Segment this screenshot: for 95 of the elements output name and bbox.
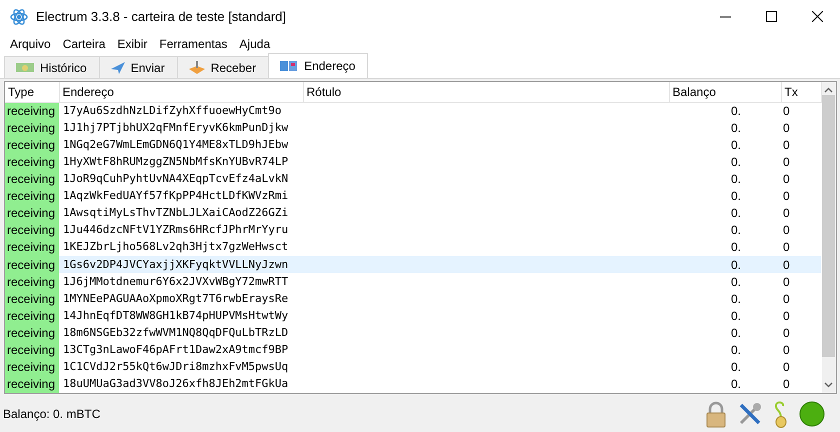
history-icon	[15, 60, 35, 74]
table-cell-text: 0	[782, 308, 791, 324]
table-cell: 0.	[669, 102, 781, 120]
address-cell: 1HyXWtF8hRUMzggZN5NbMfsKnYUBvR74LP	[59, 153, 303, 170]
scroll-up-icon[interactable]	[824, 87, 834, 93]
address-cell: 1KEJZbrLjho568Lv2qh3Hjtx7gzWeHwsct	[59, 238, 303, 256]
table-cell-text: 0.	[730, 120, 742, 136]
table-cell: 0	[781, 273, 821, 290]
address-cell: 1J6jMMotdnemur6Y6x2JVXvWBgY72mwRTT	[59, 273, 303, 290]
table-cell-text: 0.	[730, 222, 742, 239]
type-cell: receiving	[5, 376, 59, 393]
table-cell: 0.	[669, 238, 781, 256]
table-cell-text: 0.	[730, 376, 742, 393]
scroll-down-icon[interactable]	[824, 382, 834, 388]
address-cell: 1Gs6v2DP4JVCYaxjjXKFyqktVVLLNyJzwn	[59, 256, 303, 274]
table-cell-text: 0	[782, 170, 791, 188]
address-cell: 1JoR9qCuhPyhtUvNA4XEqpTcvEfz4aLvkN	[59, 170, 303, 188]
menu-item[interactable]: Exibir	[111, 34, 154, 52]
inbox-icon	[188, 60, 206, 74]
address-cell: 1NGq2eG7WmLEmGDN6Q1Y4ME8xTLD9hJEbw	[59, 136, 303, 154]
table-cell-text: 0	[782, 205, 791, 222]
menu-item[interactable]: Carteira	[56, 34, 112, 52]
tab[interactable]: Endereço	[268, 53, 368, 78]
app-logo-icon	[10, 8, 28, 26]
balance-label: Balanço: 0. mBTC	[3, 406, 100, 423]
type-cell: receiving	[5, 358, 59, 376]
table-cell-text: 0.	[730, 342, 742, 359]
address-cell: 14JhnEqfDT8WW8GH1kB74pHUPVMsHtwtWy	[59, 307, 303, 324]
window-title: Electrum 3.3.8 - carteira de teste [standard]	[36, 8, 286, 26]
table-cell-text: 0.	[730, 170, 742, 188]
type-cell: receiving	[5, 307, 59, 324]
table-cell-text: 0	[782, 359, 791, 376]
table-cell-text: 0	[782, 136, 791, 154]
table-cell-text: 0	[782, 342, 791, 359]
address-cell: 18uUMUaG3ad3VV8oJ26xfh8JEh2mtFGkUa	[59, 376, 303, 393]
table-cell-text: 0	[782, 154, 791, 170]
address-cell: 1MYNEePAGUAAoXpmoXRgt7T6rwbEraysRe	[59, 290, 303, 308]
type-cell: receiving	[5, 222, 59, 239]
network-status-icon[interactable]	[798, 400, 826, 428]
table-cell-text: 0	[782, 222, 791, 239]
type-cell: receiving	[5, 102, 59, 120]
column-header[interactable]: Endereço	[59, 82, 303, 102]
table-cell: 0.	[669, 256, 781, 274]
table-cell-text: 0.	[730, 359, 742, 376]
table-cell-text: 0	[782, 376, 791, 393]
table-cell-text: 0.	[730, 205, 742, 222]
tab[interactable]: Enviar	[98, 56, 178, 78]
table-cell: 0	[781, 256, 821, 274]
address-cell: 1C1CVdJ2r55kQt6wJDri8mzhxFvM5pwsUq	[59, 358, 303, 376]
menu-item[interactable]: Ajuda	[233, 34, 276, 52]
address-cell: 1J1hj7PTjbhUX2qFMnfEryvK6kmPunDjkw	[59, 119, 303, 136]
type-cell: receiving	[5, 342, 59, 359]
column-header[interactable]: Tx	[781, 82, 821, 102]
scrollbar[interactable]	[822, 82, 836, 393]
type-cell: receiving	[5, 170, 59, 188]
type-cell: receiving	[5, 324, 59, 342]
table-cell: 0	[781, 238, 821, 256]
address-cell: 17yAu6SzdhNzLDifZyhXffuoewHyCmt9o	[59, 102, 303, 120]
close-icon	[812, 11, 822, 22]
address-cell: 1Ju446dzcNFtV1YZRms6HRcfJPhrMrYyru	[59, 222, 303, 239]
table-cell: 0.	[669, 273, 781, 290]
tab[interactable]: Receber	[176, 56, 270, 78]
column-header[interactable]: Balanço	[669, 82, 781, 102]
type-cell: receiving	[5, 153, 59, 170]
menu-item[interactable]: Ferramentas	[153, 34, 234, 52]
table-cell-text: 0	[782, 120, 791, 136]
address-cell: 13CTg3nLawoF46pAFrt1Daw2xA9tmcf9BP	[59, 342, 303, 359]
type-cell: receiving	[5, 290, 59, 308]
type-cell: receiving	[5, 238, 59, 256]
paper-plane-icon	[110, 60, 126, 74]
address-cell: 1AqzWkFedUAYf57fKpPP4HctLDfKWVzRmi	[59, 188, 303, 205]
maximize-icon	[766, 11, 776, 22]
type-cell: receiving	[5, 188, 59, 205]
table-cell: 0	[781, 102, 821, 120]
type-cell: receiving	[5, 204, 59, 222]
address-book-icon	[279, 59, 300, 73]
table-cell-text: 0.	[730, 188, 742, 205]
type-cell: receiving	[5, 256, 59, 274]
table-cell-text: 0.	[730, 324, 742, 342]
table-cell-text: 0	[782, 324, 791, 342]
address-cell: 18m6NSGEb32zfwWVM1NQ8QqDFQuLbTRzLD	[59, 324, 303, 342]
type-cell: receiving	[5, 136, 59, 154]
menu-item[interactable]: Arquivo	[4, 34, 57, 52]
type-cell: receiving	[5, 273, 59, 290]
column-header[interactable]: Rótulo	[303, 82, 669, 102]
address-cell: 1AwsqtiMyLsThvTZNbLJLXaiCAodZ26GZi	[59, 204, 303, 222]
table-cell-text: 0.	[730, 154, 742, 170]
table-cell-text: 0	[782, 290, 791, 308]
table-cell-text: 0.	[730, 290, 742, 308]
type-cell: receiving	[5, 119, 59, 136]
table-cell-text: 0	[782, 188, 791, 205]
tab[interactable]: Histórico	[4, 56, 100, 78]
table-cell-text: 0.	[730, 136, 742, 154]
column-header[interactable]: Type	[5, 82, 59, 102]
table-cell-text: 0.	[730, 308, 742, 324]
